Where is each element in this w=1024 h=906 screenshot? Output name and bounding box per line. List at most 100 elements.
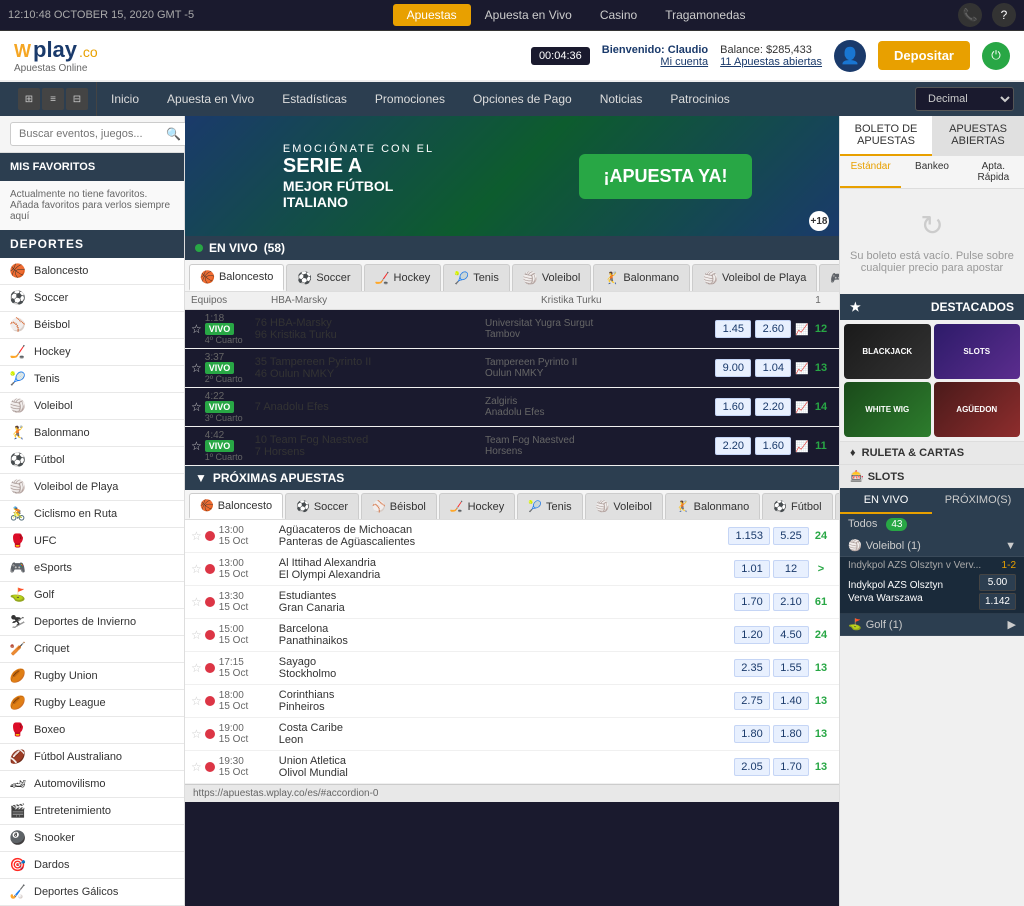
favorite-star[interactable]: ☆ (191, 361, 202, 375)
apuestas-abiertas-tab[interactable]: APUESTAS ABIERTAS (932, 116, 1024, 156)
sidebar-item-deportes-invierno[interactable]: ⛷ Deportes de Invierno (0, 609, 184, 636)
odd1[interactable]: 2.35 (734, 659, 770, 677)
odd2[interactable]: 1.55 (773, 659, 809, 677)
decimal-select[interactable]: Decimal Americano Fraccionario (915, 87, 1014, 111)
sidebar-item-tenis[interactable]: 🎾 Tenis (0, 366, 184, 393)
power-button[interactable]: ⏻ (982, 42, 1010, 70)
live-odd1[interactable]: 5.00 (979, 574, 1016, 591)
sidebar-item-automovilismo[interactable]: 🏎 Automovilismo (0, 771, 184, 798)
more-markets[interactable]: 13 (809, 761, 833, 773)
proximas-tab-beisbol[interactable]: ⚾ Béisbol (361, 493, 437, 519)
match-more[interactable]: 12 (809, 323, 833, 335)
odd2[interactable]: 1.70 (773, 758, 809, 776)
proximas-tab-voleibol[interactable]: 🏐 Voleibol (585, 493, 663, 519)
nav-patrocinios[interactable]: Patrocinios (656, 84, 743, 114)
tab-esports[interactable]: 🎮 eSports (819, 264, 839, 291)
search-icon[interactable]: 🔍 (166, 127, 181, 141)
sidebar-item-futbol[interactable]: ⚽ Fútbol (0, 447, 184, 474)
tab-baloncesto[interactable]: 🏀 Baloncesto (189, 264, 284, 291)
odd-button-2[interactable]: 1.04 (755, 359, 791, 377)
more-markets[interactable]: > (809, 563, 833, 575)
fav-star[interactable]: ☆ (191, 694, 202, 708)
more-markets[interactable]: 24 (809, 629, 833, 641)
fav-star[interactable]: ☆ (191, 628, 202, 642)
tab-tragamonedas[interactable]: Tragamonedas (651, 4, 759, 26)
tab-casino[interactable]: Casino (586, 4, 651, 26)
destacado-slots[interactable]: SLOTS (934, 324, 1021, 379)
more-markets[interactable]: 13 (809, 695, 833, 707)
odd2[interactable]: 2.10 (773, 593, 809, 611)
tab-voleibol[interactable]: 🏐 Voleibol (512, 264, 592, 291)
odd1[interactable]: 1.20 (734, 626, 770, 644)
tab-apuestas[interactable]: Apuestas (393, 4, 471, 26)
proximas-tab-balonmano[interactable]: 🤾 Balonmano (665, 493, 760, 519)
fav-star[interactable]: ☆ (191, 529, 202, 543)
sidebar-item-beisbol[interactable]: ⚾ Béisbol (0, 312, 184, 339)
more-markets[interactable]: 13 (809, 662, 833, 674)
apuestas-abiertas-link[interactable]: 11 Apuestas abiertas (720, 56, 822, 68)
sub-tab-bankeo[interactable]: Bankeo (901, 156, 962, 188)
more-markets[interactable]: 24 (809, 530, 833, 542)
sub-tab-apta-rapida[interactable]: Apta. Rápida (963, 156, 1024, 188)
fav-star[interactable]: ☆ (191, 760, 202, 774)
sidebar-item-soccer[interactable]: ⚽ Soccer (0, 285, 184, 312)
tab-apuesta-en-vivo[interactable]: Apuesta en Vivo (471, 4, 586, 26)
favorite-star[interactable]: ☆ (191, 322, 202, 336)
sidebar-item-entretenimiento[interactable]: 🎬 Entretenimiento (0, 798, 184, 825)
tab-balonmano[interactable]: 🤾 Balonmano (593, 264, 690, 291)
odd2[interactable]: 4.50 (773, 626, 809, 644)
fav-star[interactable]: ☆ (191, 595, 202, 609)
sidebar-item-criquet[interactable]: 🏏 Criquet (0, 636, 184, 663)
destacado-white-wig[interactable]: WHITE WIG (844, 382, 931, 437)
sidebar-item-ciclismo[interactable]: 🚴 Ciclismo en Ruta (0, 501, 184, 528)
nav-apuesta-vivo[interactable]: Apuesta en Vivo (153, 84, 268, 114)
grid-icon[interactable]: ⊞ (18, 88, 40, 110)
fav-star[interactable]: ☆ (191, 727, 202, 741)
sidebar-item-baloncesto[interactable]: 🏀 Baloncesto (0, 258, 184, 285)
proximas-tab-hockey[interactable]: 🏒 Hockey (439, 493, 515, 519)
destacado-blackjack[interactable]: BLACKJACK (844, 324, 931, 379)
live-odd2[interactable]: 1.142 (979, 593, 1016, 610)
sidebar-item-balonmano[interactable]: 🤾 Balonmano (0, 420, 184, 447)
tab-voleibol-playa[interactable]: 🏐 Voleibol de Playa (692, 264, 817, 291)
odd2[interactable]: 1.80 (773, 725, 809, 743)
favorite-star[interactable]: ☆ (191, 439, 202, 453)
odd-button-2[interactable]: 2.60 (755, 320, 791, 338)
live-sport-voleibol[interactable]: 🏐 Voleibol (1) ▼ (840, 535, 1024, 557)
odd2[interactable]: 12 (773, 560, 809, 578)
sidebar-item-voleibol-playa[interactable]: 🏐 Voleibol de Playa (0, 474, 184, 501)
mi-cuenta-link[interactable]: Mi cuenta (602, 56, 708, 68)
tab-hockey[interactable]: 🏒 Hockey (364, 264, 442, 291)
depositar-button[interactable]: Depositar (878, 41, 970, 70)
sidebar-item-futbol-australiano[interactable]: 🏈 Fútbol Australiano (0, 744, 184, 771)
live-sport-golf[interactable]: ⛳ Golf (1) ▶ (840, 614, 1024, 636)
odd-button-2[interactable]: 2.20 (755, 398, 791, 416)
boleto-tab[interactable]: BOLETO DE APUESTAS (840, 116, 932, 156)
proximas-tab-futbol[interactable]: ⚽ Fútbol (762, 493, 832, 519)
odd2[interactable]: 1.40 (773, 692, 809, 710)
todos-tab[interactable]: EN VIVO (840, 488, 932, 514)
odd-button-2[interactable]: 1.60 (755, 437, 791, 455)
sub-tab-estandar[interactable]: Estándar (840, 156, 901, 188)
match-more[interactable]: 13 (809, 362, 833, 374)
more-markets[interactable]: 13 (809, 728, 833, 740)
odd1[interactable]: 1.80 (734, 725, 770, 743)
sidebar-item-boxeo[interactable]: 🥊 Boxeo (0, 717, 184, 744)
odd-button-1[interactable]: 9.00 (715, 359, 751, 377)
sidebar-item-golf[interactable]: ⛳ Golf (0, 582, 184, 609)
sidebar-item-rugby-union[interactable]: 🏉 Rugby Union (0, 663, 184, 690)
odd1[interactable]: 2.05 (734, 758, 770, 776)
banner-cta[interactable]: ¡APUESTA YA! (579, 154, 751, 199)
odd1[interactable]: 1.01 (734, 560, 770, 578)
list-icon[interactable]: ≡ (42, 88, 64, 110)
tab-soccer[interactable]: ⚽ Soccer (286, 264, 361, 291)
sidebar-item-esports[interactable]: 🎮 eSports (0, 555, 184, 582)
fav-star[interactable]: ☆ (191, 562, 202, 576)
sidebar-item-rugby-league[interactable]: 🏉 Rugby League (0, 690, 184, 717)
odd-button-1[interactable]: 1.45 (715, 320, 751, 338)
odd2[interactable]: 5.25 (773, 527, 809, 545)
sidebar-item-deportes-galicos[interactable]: 🏑 Deportes Gálicos (0, 879, 184, 906)
more-markets[interactable]: 61 (809, 596, 833, 608)
nav-inicio[interactable]: Inicio (97, 84, 153, 114)
proximas-tab-tenis[interactable]: 🎾 Tenis (517, 493, 582, 519)
